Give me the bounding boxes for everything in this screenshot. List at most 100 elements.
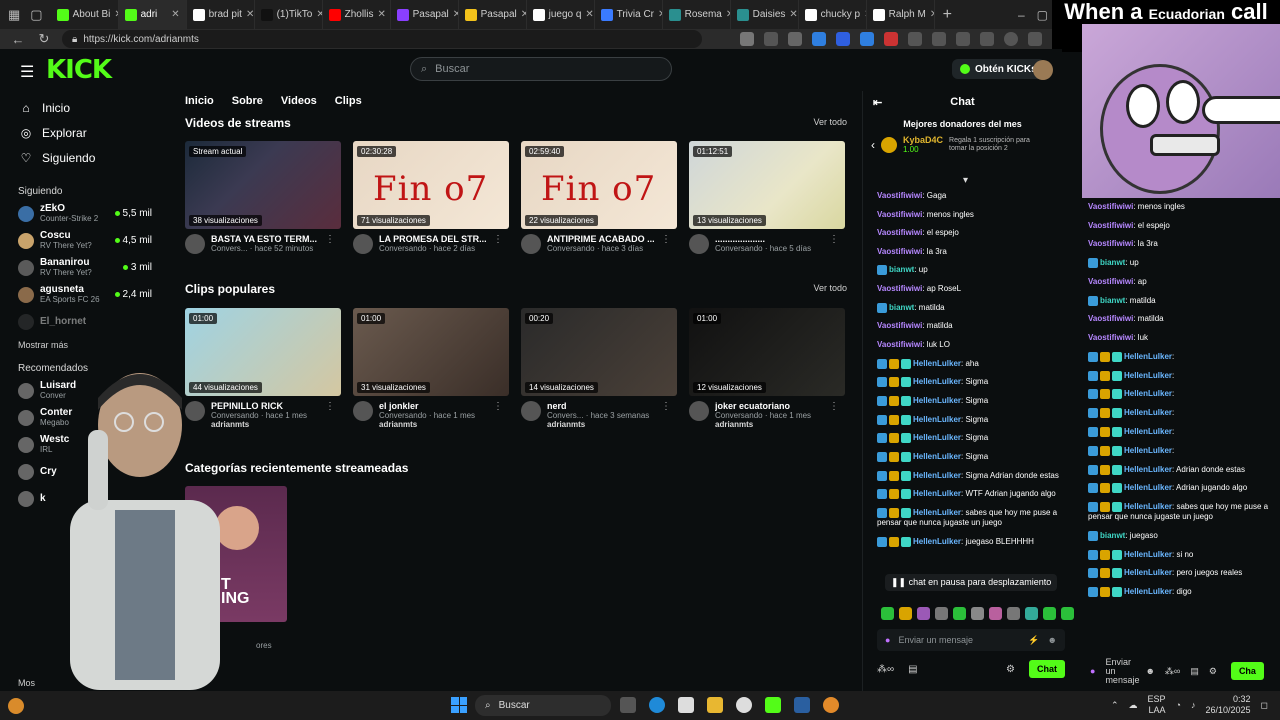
- following-channel[interactable]: El_hornet: [0, 308, 170, 335]
- taskbar-search[interactable]: ⌕ Buscar: [475, 695, 611, 716]
- app-icon[interactable]: [823, 697, 839, 713]
- chat-username[interactable]: Vaostifiwiwi: [1088, 314, 1133, 323]
- chat-username[interactable]: HellenLulker: [1124, 352, 1172, 361]
- video-card[interactable]: Fin o7 02:30:28 71 visualizaciones LA PR…: [353, 141, 509, 254]
- chat-username[interactable]: HellenLulker: [913, 433, 961, 442]
- user-avatar[interactable]: [1033, 60, 1053, 80]
- sidebar-nav-item[interactable]: ◎ Explorar: [0, 120, 170, 145]
- extension-icon[interactable]: [908, 32, 922, 46]
- tray-chevron-icon[interactable]: ⌃: [1111, 700, 1119, 711]
- following-channel[interactable]: agusneta EA Sports FC 26 2,4 mil: [0, 281, 170, 308]
- chat-username[interactable]: bianwt: [1100, 258, 1125, 267]
- chat-username[interactable]: Vaostifiwiwi: [877, 228, 922, 237]
- show-more-link[interactable]: Mostrar más: [0, 335, 170, 355]
- close-tab-icon[interactable]: ✕: [789, 9, 797, 20]
- settings-icon[interactable]: ⚙: [1209, 666, 1217, 677]
- channel-tab[interactable]: Sobre: [232, 95, 263, 107]
- card-category[interactable]: Convers...: [211, 244, 247, 253]
- emote-icon[interactable]: [971, 607, 984, 620]
- more-options-icon[interactable]: ⋮: [661, 234, 671, 254]
- start-button[interactable]: [451, 697, 467, 713]
- extension-icon[interactable]: [956, 32, 970, 46]
- store-icon[interactable]: ▤: [1190, 666, 1199, 677]
- more-options-icon[interactable]: ⋮: [493, 234, 503, 254]
- weather-icon[interactable]: [8, 698, 24, 714]
- tracking-icon[interactable]: [740, 32, 754, 46]
- emote-icon[interactable]: [953, 607, 966, 620]
- settings-icon[interactable]: ⚙: [1006, 664, 1015, 675]
- browser-tab[interactable]: Zhollis ✕: [323, 0, 391, 29]
- points-icon[interactable]: ⁂∞: [877, 664, 894, 675]
- browser-tab[interactable]: Daisies ✕: [731, 0, 799, 29]
- clock[interactable]: 0:32 26/10/2025: [1205, 694, 1250, 716]
- close-tab-icon[interactable]: ✕: [171, 9, 179, 20]
- emote-icon[interactable]: [881, 607, 894, 620]
- extension-icon[interactable]: [932, 32, 946, 46]
- chat-username[interactable]: Vaostifiwiwi: [1088, 333, 1133, 342]
- kick-emote-icon[interactable]: ⚡: [1028, 635, 1039, 646]
- emote-icon[interactable]: [899, 607, 912, 620]
- back-icon[interactable]: ←: [10, 32, 26, 47]
- chat-username[interactable]: Vaostifiwiwi: [1088, 277, 1133, 286]
- video-card[interactable]: 01:12:51 13 visualizaciones ............…: [689, 141, 845, 254]
- close-tab-icon[interactable]: ✕: [378, 9, 386, 20]
- get-kicks-button[interactable]: Obtén KICKs: [952, 59, 1045, 79]
- chat-username[interactable]: HellenLulker: [1124, 389, 1172, 398]
- thumbnail[interactable]: Fin o7 02:59:40 22 visualizaciones: [521, 141, 677, 229]
- emoji-icon[interactable]: ☻: [1048, 635, 1057, 645]
- chat-username[interactable]: HellenLulker: [1124, 446, 1172, 455]
- thumbnail[interactable]: Fin o7 02:30:28 71 visualizaciones: [353, 141, 509, 229]
- url-field[interactable]: 🔒︎ https://kick.com/adrianmts: [62, 30, 702, 48]
- profile-icon[interactable]: [1004, 32, 1018, 46]
- card-category[interactable]: Convers...: [547, 411, 583, 420]
- card-category[interactable]: Conversando: [379, 411, 427, 420]
- chat-username[interactable]: HellenLulker: [913, 508, 961, 517]
- chat-username[interactable]: HellenLulker: [1124, 371, 1172, 380]
- browser-tab[interactable]: (1)TikTo ✕: [255, 0, 323, 29]
- task-view-icon[interactable]: [620, 697, 636, 713]
- card-title[interactable]: ANTIPRIME ACABADO ...: [547, 234, 655, 244]
- edge-icon[interactable]: [649, 697, 665, 713]
- chat-username[interactable]: Vaostifiwiwi: [1088, 239, 1133, 248]
- notification-icon[interactable]: ◻: [1261, 700, 1268, 711]
- chat-username[interactable]: HellenLulker: [913, 396, 961, 405]
- chat-username[interactable]: Vaostifiwiwi: [877, 340, 922, 349]
- points-icon[interactable]: ⁂∞: [1165, 666, 1180, 677]
- chat-username[interactable]: HellenLulker: [913, 471, 961, 480]
- card-category[interactable]: Conversando: [379, 244, 427, 253]
- thumbnail[interactable]: 00:20 14 visualizaciones: [521, 308, 677, 396]
- favorite-star-icon[interactable]: [788, 32, 802, 46]
- chat-username[interactable]: HellenLulker: [1124, 408, 1172, 417]
- channel-tab[interactable]: Videos: [281, 95, 317, 107]
- chat-username[interactable]: HellenLulker: [913, 415, 961, 424]
- card-title[interactable]: BASTA YA ESTO TERM...: [211, 234, 319, 244]
- channel-tab[interactable]: Clips: [335, 95, 362, 107]
- more-options-icon[interactable]: ⋮: [829, 234, 839, 254]
- card-category[interactable]: Conversando: [547, 244, 595, 253]
- steam-icon[interactable]: [794, 697, 810, 713]
- store-icon[interactable]: [678, 697, 694, 713]
- more-options-icon[interactable]: ⋮: [493, 401, 503, 429]
- read-aloud-icon[interactable]: [764, 32, 778, 46]
- browser-tab[interactable]: Ralph M ✕: [867, 0, 935, 29]
- browser-tab[interactable]: Pasapal ✕: [459, 0, 527, 29]
- collapse-donors-icon[interactable]: ▾: [963, 175, 968, 186]
- extension-icon[interactable]: [860, 32, 874, 46]
- emote-icon[interactable]: [1043, 607, 1056, 620]
- minimize-button[interactable]: –: [1010, 8, 1033, 22]
- browser-tab[interactable]: chucky p ✕: [799, 0, 867, 29]
- following-channel[interactable]: Coscu RV There Yet? 4,5 mil: [0, 227, 170, 254]
- chat-username[interactable]: Vaostifiwiwi: [877, 191, 922, 200]
- clip-card[interactable]: 01:00 12 visualizaciones joker ecuatoria…: [689, 308, 845, 429]
- send-chat-button[interactable]: Chat: [1029, 660, 1065, 678]
- collections-icon[interactable]: [980, 32, 994, 46]
- see-all-clips-link[interactable]: Ver todo: [813, 283, 847, 293]
- following-channel[interactable]: zEkO Counter-Strike 2 5,5 mil: [0, 200, 170, 227]
- browser-tab[interactable]: Rosema ✕: [663, 0, 731, 29]
- emoji-icon[interactable]: ☻: [1145, 666, 1154, 676]
- collapse-chat-icon[interactable]: ⇤: [873, 96, 882, 109]
- thumbnail[interactable]: 01:00 31 visualizaciones: [353, 308, 509, 396]
- maximize-button[interactable]: ▢: [1033, 8, 1052, 22]
- more-options-icon[interactable]: ⋮: [661, 401, 671, 429]
- sidebar-nav-item[interactable]: ♡ Siguiendo: [0, 145, 170, 170]
